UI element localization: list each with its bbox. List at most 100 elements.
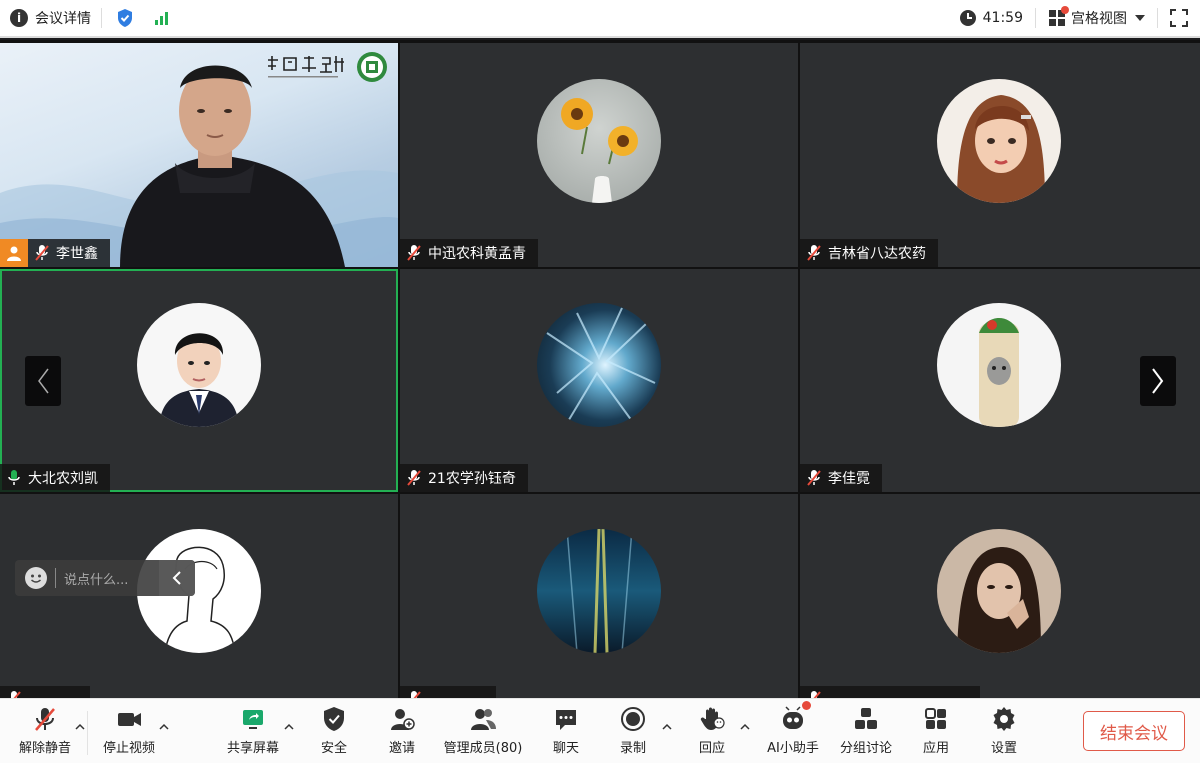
mic-muted-icon bbox=[35, 708, 55, 731]
video-tile[interactable]: 21农学孙钰奇 bbox=[400, 269, 798, 492]
settings-button[interactable]: 设置 bbox=[976, 705, 1032, 759]
grid-view-icon bbox=[1048, 6, 1069, 27]
fullscreen-icon[interactable] bbox=[1170, 9, 1188, 27]
record-label: 录制 bbox=[619, 741, 646, 756]
unmute-button[interactable]: 解除静音 bbox=[12, 705, 78, 759]
avatar bbox=[937, 79, 1061, 203]
stop-video-button[interactable]: 停止视频 bbox=[96, 705, 162, 759]
record-icon bbox=[621, 707, 645, 731]
divider bbox=[55, 568, 56, 588]
mic-muted-icon bbox=[11, 691, 21, 698]
end-meeting-button[interactable]: 结束会议 bbox=[1083, 711, 1185, 751]
chevron-up-icon[interactable] bbox=[158, 721, 170, 733]
unmute-label: 解除静音 bbox=[18, 741, 71, 756]
avatar bbox=[537, 303, 661, 427]
mic-muted-icon bbox=[407, 470, 421, 486]
raise-hand-icon bbox=[700, 707, 725, 730]
participant-nametag: 21农学孙钰奇 bbox=[400, 464, 528, 492]
meeting-window: i 会议详情 41:59 宫格视图 李世鑫 中迅农科黄孟青 吉林省八达农药 大北… bbox=[0, 0, 1200, 763]
participant-nametag: 大北农刘凯 bbox=[0, 464, 110, 492]
meeting-details-label: 会议详情 bbox=[35, 11, 91, 27]
participant-name: 大北农刘凯 bbox=[28, 471, 98, 487]
quick-chat-input[interactable]: 说点什么... bbox=[15, 560, 195, 596]
mic-active-icon bbox=[8, 470, 20, 485]
collapse-chat-button[interactable] bbox=[159, 560, 195, 596]
chevron-up-icon[interactable] bbox=[74, 721, 86, 733]
meeting-details-button[interactable]: i 会议详情 bbox=[10, 8, 91, 28]
mic-muted-icon bbox=[407, 245, 421, 261]
share-screen-label: 共享屏幕 bbox=[226, 741, 279, 756]
video-tile[interactable]: 李世鑫 bbox=[0, 43, 398, 267]
next-page-button[interactable] bbox=[1140, 356, 1176, 406]
participant-nametag bbox=[0, 686, 90, 698]
view-mode-dropdown[interactable]: 宫格视图 bbox=[1048, 6, 1145, 28]
security-button[interactable]: 安全 bbox=[306, 705, 362, 759]
users-icon bbox=[471, 709, 496, 730]
person-icon bbox=[7, 246, 21, 261]
participant-name: 21农学孙钰奇 bbox=[428, 471, 516, 487]
clock-icon bbox=[959, 9, 977, 27]
mic-muted-icon bbox=[807, 470, 821, 486]
chevron-right-icon bbox=[1152, 368, 1164, 394]
settings-label: 设置 bbox=[990, 741, 1017, 756]
mic-muted-icon bbox=[807, 245, 821, 261]
chat-label: 聊天 bbox=[552, 741, 579, 756]
participant-video bbox=[120, 65, 345, 267]
record-button[interactable]: 录制 bbox=[605, 705, 661, 759]
meeting-timer: 41:59 bbox=[982, 10, 1023, 26]
video-tile[interactable] bbox=[400, 494, 798, 698]
ai-assistant-button[interactable]: AI小助手 bbox=[762, 701, 824, 759]
divider bbox=[1035, 8, 1036, 28]
signal-strength-icon[interactable] bbox=[154, 10, 170, 26]
manage-members-button[interactable]: 管理成员(80) bbox=[440, 705, 526, 759]
participant-nametag: 吉林省八达农药 bbox=[800, 239, 938, 267]
video-camera-icon bbox=[118, 713, 141, 726]
video-tile[interactable]: 中迅农科黄孟青 bbox=[400, 43, 798, 267]
top-bar: i 会议详情 41:59 宫格视图 bbox=[0, 0, 1200, 38]
chat-bubble-icon bbox=[556, 710, 576, 730]
divider bbox=[101, 8, 102, 28]
view-mode-label: 宫格视图 bbox=[1071, 11, 1127, 27]
chevron-up-icon[interactable] bbox=[739, 721, 751, 733]
chevron-up-icon[interactable] bbox=[661, 721, 673, 733]
manage-members-label: 管理成员(80) bbox=[443, 741, 523, 756]
shield-icon bbox=[324, 707, 344, 731]
share-screen-button[interactable]: 共享屏幕 bbox=[220, 705, 286, 759]
chat-button[interactable]: 聊天 bbox=[538, 705, 594, 759]
participant-name: 中迅农科黄孟青 bbox=[428, 246, 526, 262]
security-label: 安全 bbox=[320, 741, 347, 756]
video-tile[interactable]: 吉林省八达农药 bbox=[800, 43, 1200, 267]
invite-button[interactable]: 邀请 bbox=[374, 705, 430, 759]
host-badge bbox=[0, 239, 28, 267]
mic-muted-icon bbox=[35, 245, 49, 261]
video-tile[interactable] bbox=[0, 494, 398, 698]
video-tile[interactable] bbox=[800, 494, 1200, 698]
participant-name: 李佳霓 bbox=[828, 471, 870, 487]
shield-check-icon[interactable] bbox=[116, 8, 134, 28]
chevron-up-icon[interactable] bbox=[283, 721, 295, 733]
previous-page-button[interactable] bbox=[25, 356, 61, 406]
breakout-rooms-button[interactable]: 分组讨论 bbox=[834, 705, 898, 759]
participant-nametag: 李佳霓 bbox=[800, 464, 882, 492]
reactions-button[interactable]: 回应 bbox=[684, 705, 740, 759]
chat-placeholder: 说点什么... bbox=[64, 572, 129, 588]
avatar bbox=[537, 529, 661, 653]
ai-assistant-icon bbox=[779, 701, 811, 733]
notification-dot bbox=[1061, 6, 1069, 14]
ai-assistant-label: AI小助手 bbox=[767, 741, 819, 756]
mic-muted-icon bbox=[811, 691, 821, 698]
chevron-left-icon bbox=[172, 571, 181, 585]
participant-name: 吉林省八达农药 bbox=[828, 246, 926, 262]
gear-icon bbox=[993, 707, 1015, 731]
divider bbox=[1157, 8, 1158, 28]
avatar bbox=[937, 303, 1061, 427]
avatar bbox=[537, 79, 661, 203]
share-screen-icon bbox=[243, 710, 263, 729]
notification-dot bbox=[802, 701, 811, 710]
emoji-icon[interactable] bbox=[25, 567, 47, 589]
stop-video-label: 停止视频 bbox=[102, 741, 155, 756]
apps-label: 应用 bbox=[922, 741, 949, 756]
info-icon: i bbox=[10, 9, 28, 27]
participant-nametag: 李世鑫 bbox=[28, 239, 110, 267]
apps-button[interactable]: 应用 bbox=[908, 705, 964, 759]
